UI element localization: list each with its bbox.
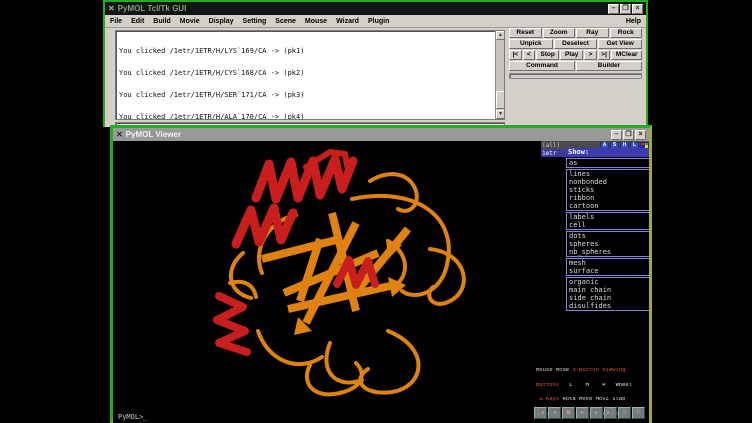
show-menu-group: dots spheres nb_spheres [566, 231, 649, 257]
movie-forward-button[interactable]: > [584, 50, 597, 60]
menu-movie[interactable]: Movie [180, 18, 200, 25]
progress-strip [509, 73, 642, 79]
show-menu-item-organic[interactable]: organic [567, 278, 649, 286]
minimize-button[interactable]: – [608, 4, 619, 14]
menu-help[interactable]: Help [626, 18, 641, 25]
show-menu-item-main-chain[interactable]: main chain [567, 286, 649, 294]
rock-button[interactable]: Rock [610, 28, 643, 38]
show-menu-item-labels[interactable]: labels [567, 213, 649, 221]
show-menu-item-disulfides[interactable]: disulfides [567, 302, 649, 310]
window-manager-icon: ✕ [108, 5, 115, 13]
pymol-prompt[interactable]: PyMOL>_ [118, 413, 148, 421]
show-menu-title: Show: [566, 148, 649, 157]
console-line: You clicked /1etr/1ETR/H/LYS`169/CA -> (… [119, 48, 494, 55]
close-button[interactable]: × [635, 130, 646, 140]
show-menu-item-sticks[interactable]: sticks [567, 186, 649, 194]
show-menu-group: labels cell [566, 212, 649, 230]
pymol-tcltk-gui-window: ✕ PyMOL Tcl/Tk GUI – ❒ × File Edit Build… [103, 0, 648, 127]
console-scrollbar[interactable]: ▲ ▼ [495, 31, 504, 119]
show-menu-item-nb-spheres[interactable]: nb_spheres [567, 248, 649, 256]
deselect-button[interactable]: Deselect [554, 39, 598, 49]
show-menu-item-cell[interactable]: cell [567, 221, 649, 229]
show-menu-item-side-chain[interactable]: side chain [567, 294, 649, 302]
mouse-matrix-row: & Keys Rota Move MovZ Slab [536, 397, 649, 402]
console-output: You clicked /1etr/1ETR/H/LYS`169/CA -> (… [115, 30, 505, 120]
show-menu-item-ribbon[interactable]: ribbon [567, 194, 649, 202]
movie-first-button[interactable]: |< [509, 50, 522, 60]
builder-tab-button[interactable]: Builder [576, 61, 642, 71]
show-menu: Show: as lines nonbonded sticks ribbon c… [566, 148, 649, 311]
show-menu-group: mesh surface [566, 258, 649, 276]
show-menu-item-cartoon[interactable]: cartoon [567, 202, 649, 210]
seek-end-icon[interactable]: ▶| [604, 407, 617, 419]
scroll-down-icon[interactable]: ▼ [496, 110, 505, 119]
movie-stop-button[interactable]: Stop [536, 50, 559, 60]
getview-button[interactable]: Get View [598, 39, 642, 49]
menu-build[interactable]: Build [153, 18, 171, 25]
scroll-up-icon[interactable]: ▲ [496, 31, 505, 40]
seq-toggle-button[interactable]: S [618, 407, 631, 419]
show-menu-group: organic main chain side chain disulfides [566, 277, 649, 311]
mouse-mode-line: Mouse Mode 3-Button Viewing [536, 368, 649, 373]
gui-body: You clicked /1etr/1ETR/H/LYS`169/CA -> (… [105, 28, 646, 127]
desktop: ✕ PyMOL Tcl/Tk GUI – ❒ × File Edit Build… [0, 0, 752, 423]
zoom-button[interactable]: Zoom [543, 28, 576, 38]
show-menu-item-mesh[interactable]: mesh [567, 259, 649, 267]
show-menu-group: as [566, 158, 649, 168]
scrollbar-thumb[interactable] [496, 91, 505, 109]
unpick-button[interactable]: Unpick [509, 39, 553, 49]
gui-menubar: File Edit Build Movie Display Setting Sc… [105, 15, 646, 28]
movie-play-button[interactable]: Play [560, 50, 583, 60]
show-menu-item-as[interactable]: as [567, 159, 649, 167]
ray-button[interactable]: Ray [576, 28, 609, 38]
fullscreen-toggle-button[interactable]: F [632, 407, 645, 419]
menu-wizard[interactable]: Wizard [336, 18, 359, 25]
pymol-viewer-window: ✕ PyMOL Viewer – ❒ × [110, 125, 652, 423]
viewport[interactable]: (all) A S H L 1etr Show: as lines [113, 141, 649, 423]
show-menu-item-dots[interactable]: dots [567, 232, 649, 240]
play-icon[interactable]: ▶ [576, 407, 589, 419]
menu-edit[interactable]: Edit [131, 18, 144, 25]
movie-last-button[interactable]: >| [598, 50, 611, 60]
menu-setting[interactable]: Setting [243, 18, 267, 25]
show-menu-item-spheres[interactable]: spheres [567, 240, 649, 248]
maximize-button[interactable]: ❒ [620, 4, 631, 14]
mouse-matrix-row: Buttons L M R Wheel [536, 383, 649, 388]
menu-display[interactable]: Display [209, 18, 234, 25]
stop-icon[interactable]: ■ [562, 407, 575, 419]
gui-window-title: PyMOL Tcl/Tk GUI [118, 4, 605, 13]
viewer-titlebar[interactable]: ✕ PyMOL Viewer – ❒ × [113, 128, 649, 141]
window-manager-icon: ✕ [116, 131, 123, 139]
seek-start-icon[interactable]: |◀ [534, 407, 547, 419]
show-menu-group: lines nonbonded sticks ribbon cartoon [566, 169, 649, 211]
reset-button[interactable]: Reset [509, 28, 542, 38]
command-tab-button[interactable]: Command [509, 61, 575, 71]
console-line: You clicked /1etr/1ETR/H/ALA`170/CA -> (… [119, 114, 494, 120]
menu-plugin[interactable]: Plugin [368, 18, 389, 25]
maximize-button[interactable]: ❒ [623, 130, 634, 140]
console-line: You clicked /1etr/1ETR/H/CYS`168/CA -> (… [119, 70, 494, 77]
menu-mouse[interactable]: Mouse [305, 18, 327, 25]
show-menu-item-surface[interactable]: surface [567, 267, 649, 275]
mclear-button[interactable]: MClear [611, 50, 642, 60]
minimize-button[interactable]: – [611, 130, 622, 140]
viewer-window-title: PyMOL Viewer [126, 130, 608, 139]
menu-file[interactable]: File [110, 18, 122, 25]
show-menu-item-nonbonded[interactable]: nonbonded [567, 178, 649, 186]
control-panel: Reset Zoom Ray Rock Unpick Deselect Get … [509, 28, 642, 79]
show-menu-item-lines[interactable]: lines [567, 170, 649, 178]
movie-controls: |◀ ◀ ■ ▶ ▶ ▶| S F [534, 407, 645, 419]
menu-scene[interactable]: Scene [275, 18, 296, 25]
close-button[interactable]: × [632, 4, 643, 14]
gui-titlebar[interactable]: ✕ PyMOL Tcl/Tk GUI – ❒ × [105, 2, 646, 15]
movie-back-button[interactable]: < [523, 50, 536, 60]
console-line: You clicked /1etr/1ETR/H/SER`171/CA -> (… [119, 92, 494, 99]
step-back-icon[interactable]: ◀ [548, 407, 561, 419]
step-forward-icon[interactable]: ▶ [590, 407, 603, 419]
